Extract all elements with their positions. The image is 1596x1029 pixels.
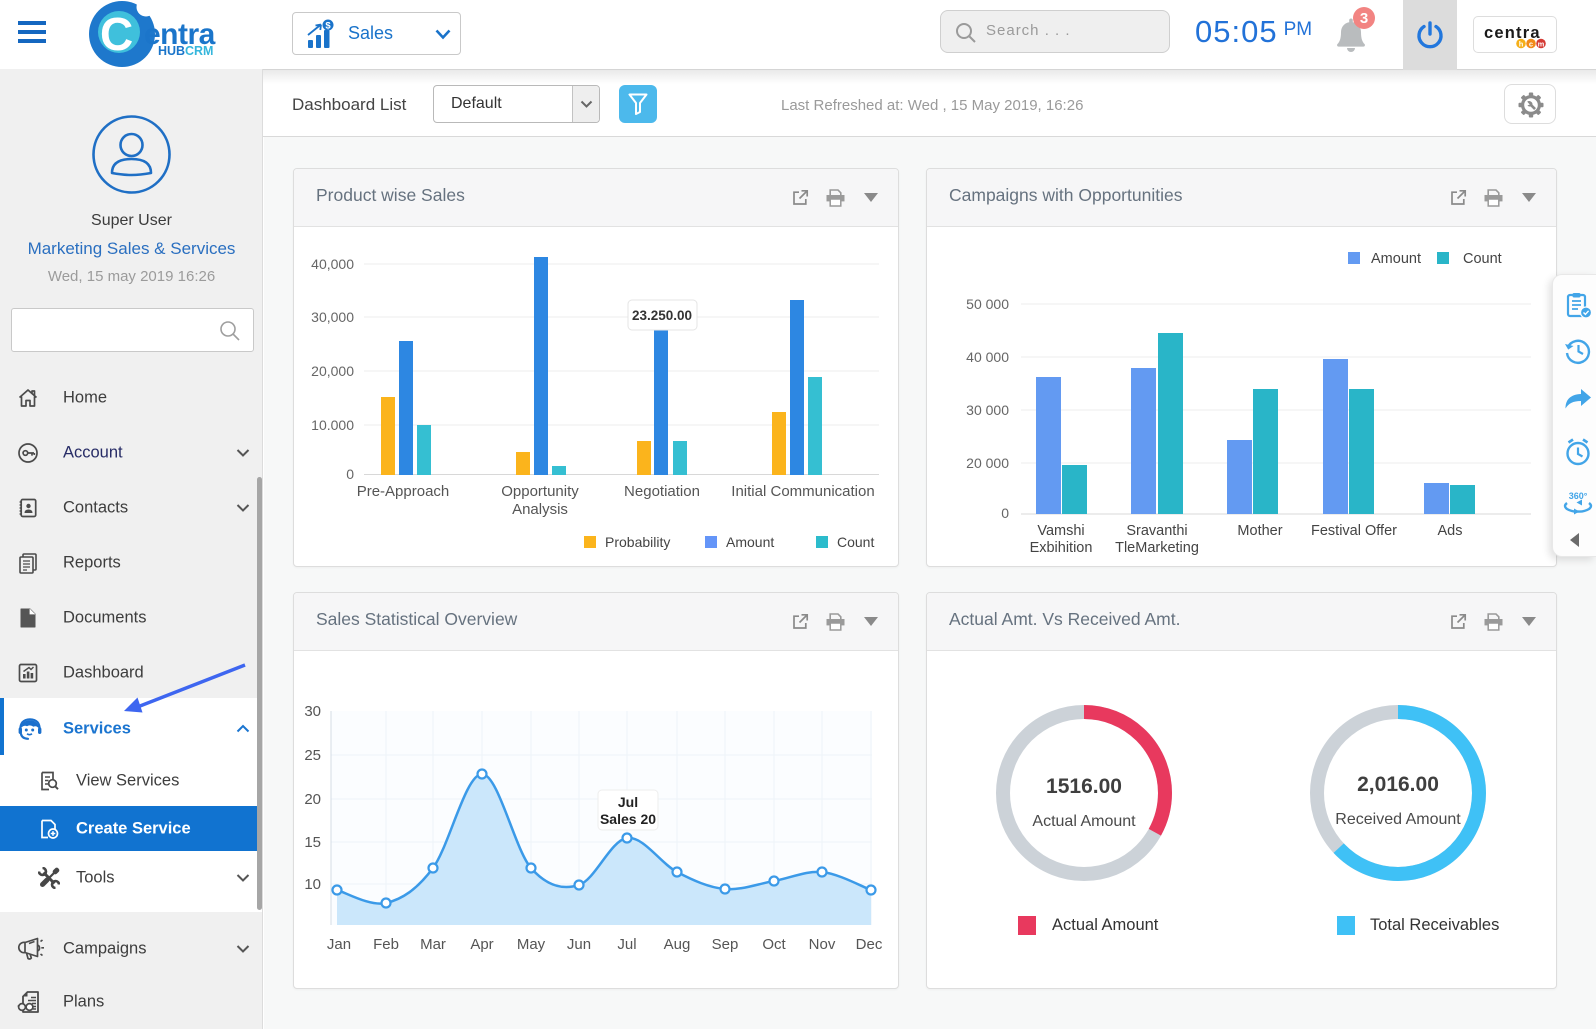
svg-text:Amount: Amount <box>726 534 774 550</box>
svg-text:Exbihition: Exbihition <box>1030 540 1093 556</box>
svg-text:Mar: Mar <box>420 936 446 953</box>
svg-text:CRM: CRM <box>185 44 213 58</box>
svg-text:Jul: Jul <box>617 936 636 953</box>
svg-text:Analysis: Analysis <box>512 501 568 518</box>
svg-text:Aug: Aug <box>664 936 691 953</box>
svg-text:TleMarketing: TleMarketing <box>1115 540 1199 556</box>
svg-text:20,000: 20,000 <box>311 363 354 379</box>
svg-text:Feb: Feb <box>373 936 399 953</box>
svg-text:Apr: Apr <box>470 936 493 953</box>
svg-text:C: C <box>100 8 133 60</box>
svg-text:Dec: Dec <box>856 936 883 953</box>
svg-text:40,000: 40,000 <box>311 256 354 272</box>
svg-text:30,000: 30,000 <box>311 309 354 325</box>
svg-text:10.000: 10.000 <box>311 417 354 433</box>
svg-text:h: h <box>1519 39 1524 48</box>
svg-text:Nov: Nov <box>809 936 836 953</box>
svg-text:m: m <box>1538 39 1545 48</box>
svg-text:Opportunity: Opportunity <box>501 483 579 500</box>
svg-text:Pre-Approach: Pre-Approach <box>357 483 450 500</box>
svg-text:0: 0 <box>1001 505 1009 521</box>
svg-text:20 000: 20 000 <box>966 455 1009 471</box>
svg-text:15: 15 <box>304 834 321 851</box>
svg-text:May: May <box>517 936 546 953</box>
svg-text:25: 25 <box>304 747 321 764</box>
svg-text:Actual Amount: Actual Amount <box>1032 813 1136 830</box>
svg-text:Count: Count <box>837 534 874 550</box>
svg-text:Total Receivables: Total Receivables <box>1370 916 1499 934</box>
svg-text:Festival Offer: Festival Offer <box>1311 523 1397 539</box>
svg-text:Vamshi: Vamshi <box>1037 523 1084 539</box>
svg-text:Amount: Amount <box>1371 251 1421 267</box>
svg-text:0: 0 <box>346 466 354 482</box>
svg-text:Jun: Jun <box>567 936 591 953</box>
svg-text:360°: 360° <box>1569 491 1588 501</box>
svg-text:Jul: Jul <box>618 794 638 810</box>
svg-text:30: 30 <box>304 703 321 720</box>
svg-text:$: $ <box>325 21 331 32</box>
svg-text:Received Amount: Received Amount <box>1335 811 1461 828</box>
svg-text:50 000: 50 000 <box>966 296 1009 312</box>
svg-text:23.250.00: 23.250.00 <box>632 308 692 323</box>
svg-text:Ads: Ads <box>1438 523 1463 539</box>
svg-text:20: 20 <box>304 791 321 808</box>
svg-text:Negotiation: Negotiation <box>624 483 700 500</box>
svg-text:Initial Communication: Initial Communication <box>731 483 874 500</box>
svg-text:30 000: 30 000 <box>966 402 1009 418</box>
svg-text:Mother: Mother <box>1237 523 1282 539</box>
svg-text:Jan: Jan <box>327 936 351 953</box>
svg-text:c: c <box>1529 39 1533 48</box>
svg-text:1516.00: 1516.00 <box>1046 775 1122 798</box>
svg-text:Count: Count <box>1463 251 1502 267</box>
svg-text:2,016.00: 2,016.00 <box>1357 773 1439 796</box>
svg-text:Probability: Probability <box>605 534 670 550</box>
svg-text:Sravanthi: Sravanthi <box>1126 523 1187 539</box>
svg-text:40 000: 40 000 <box>966 349 1009 365</box>
svg-text:HUB: HUB <box>158 44 185 58</box>
svg-text:3: 3 <box>1360 10 1368 27</box>
svg-text:10: 10 <box>304 876 321 893</box>
svg-text:Actual Amount: Actual Amount <box>1052 916 1159 934</box>
svg-text:Oct: Oct <box>762 936 786 953</box>
svg-text:Sep: Sep <box>712 936 739 953</box>
svg-text:Sales 20: Sales 20 <box>600 811 656 827</box>
